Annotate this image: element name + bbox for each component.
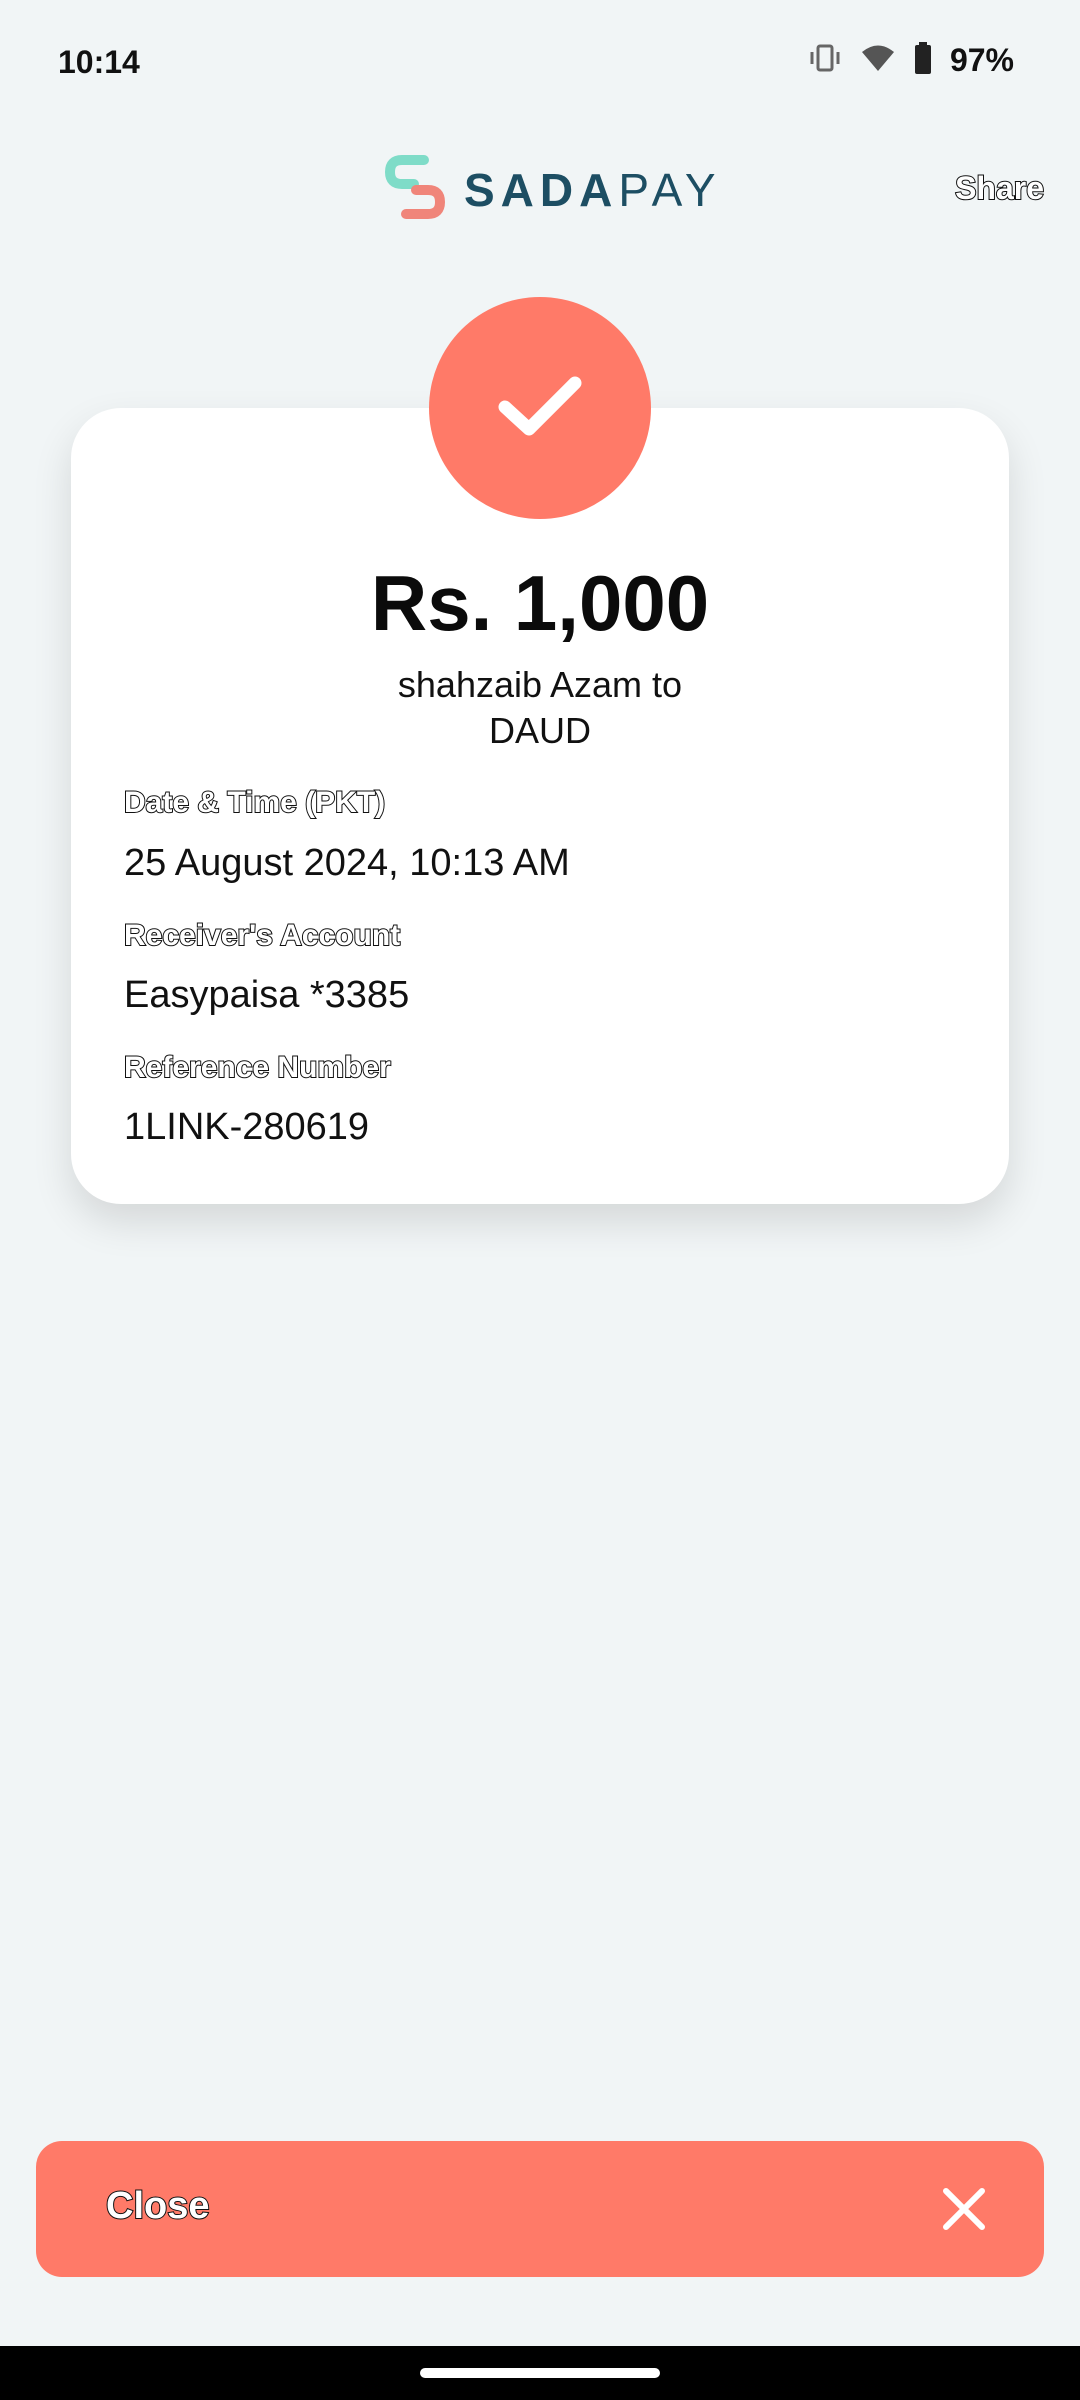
date-time-label: Date & Time (PKT) <box>123 785 386 820</box>
navigation-bar <box>0 2346 1080 2400</box>
checkmark-icon <box>495 371 585 446</box>
transaction-amount: Rs. 1,000 <box>370 559 710 647</box>
sadapay-logo: SADAPAY <box>384 150 722 229</box>
home-gesture-handle[interactable] <box>420 2368 660 2378</box>
reference-number-value: 1LINK-280619 <box>124 1106 370 1148</box>
header: SADAPAY Share <box>0 128 1080 258</box>
receiver-account-label: Receiver's Account <box>123 918 401 953</box>
close-label: Close <box>105 2184 210 2228</box>
receiver-line: DAUD <box>488 710 591 751</box>
status-icons: 97% <box>808 42 1014 79</box>
battery-percentage: 97% <box>949 42 1014 78</box>
reference-number-label: Reference Number <box>123 1050 392 1085</box>
battery-icon <box>914 42 932 79</box>
receiver-account-value: Easypaisa *3385 <box>124 974 410 1016</box>
date-time-value: 25 August 2024, 10:13 AM <box>124 842 570 884</box>
sadapay-logo-icon <box>384 150 446 229</box>
success-badge <box>429 297 651 519</box>
close-icon <box>940 2185 988 2238</box>
transaction-parties: shahzaib Azam to DAUD <box>71 662 1009 754</box>
close-button[interactable]: Close <box>36 2141 1044 2277</box>
vibrate-icon <box>808 43 842 78</box>
share-button[interactable]: Share <box>954 169 1045 207</box>
sender-line: shahzaib Azam to <box>397 664 683 705</box>
wifi-icon <box>860 43 896 78</box>
logo-text: SADAPAY <box>464 163 722 216</box>
status-time: 10:14 <box>58 44 140 80</box>
status-bar: 10:14 97% <box>0 0 1080 128</box>
